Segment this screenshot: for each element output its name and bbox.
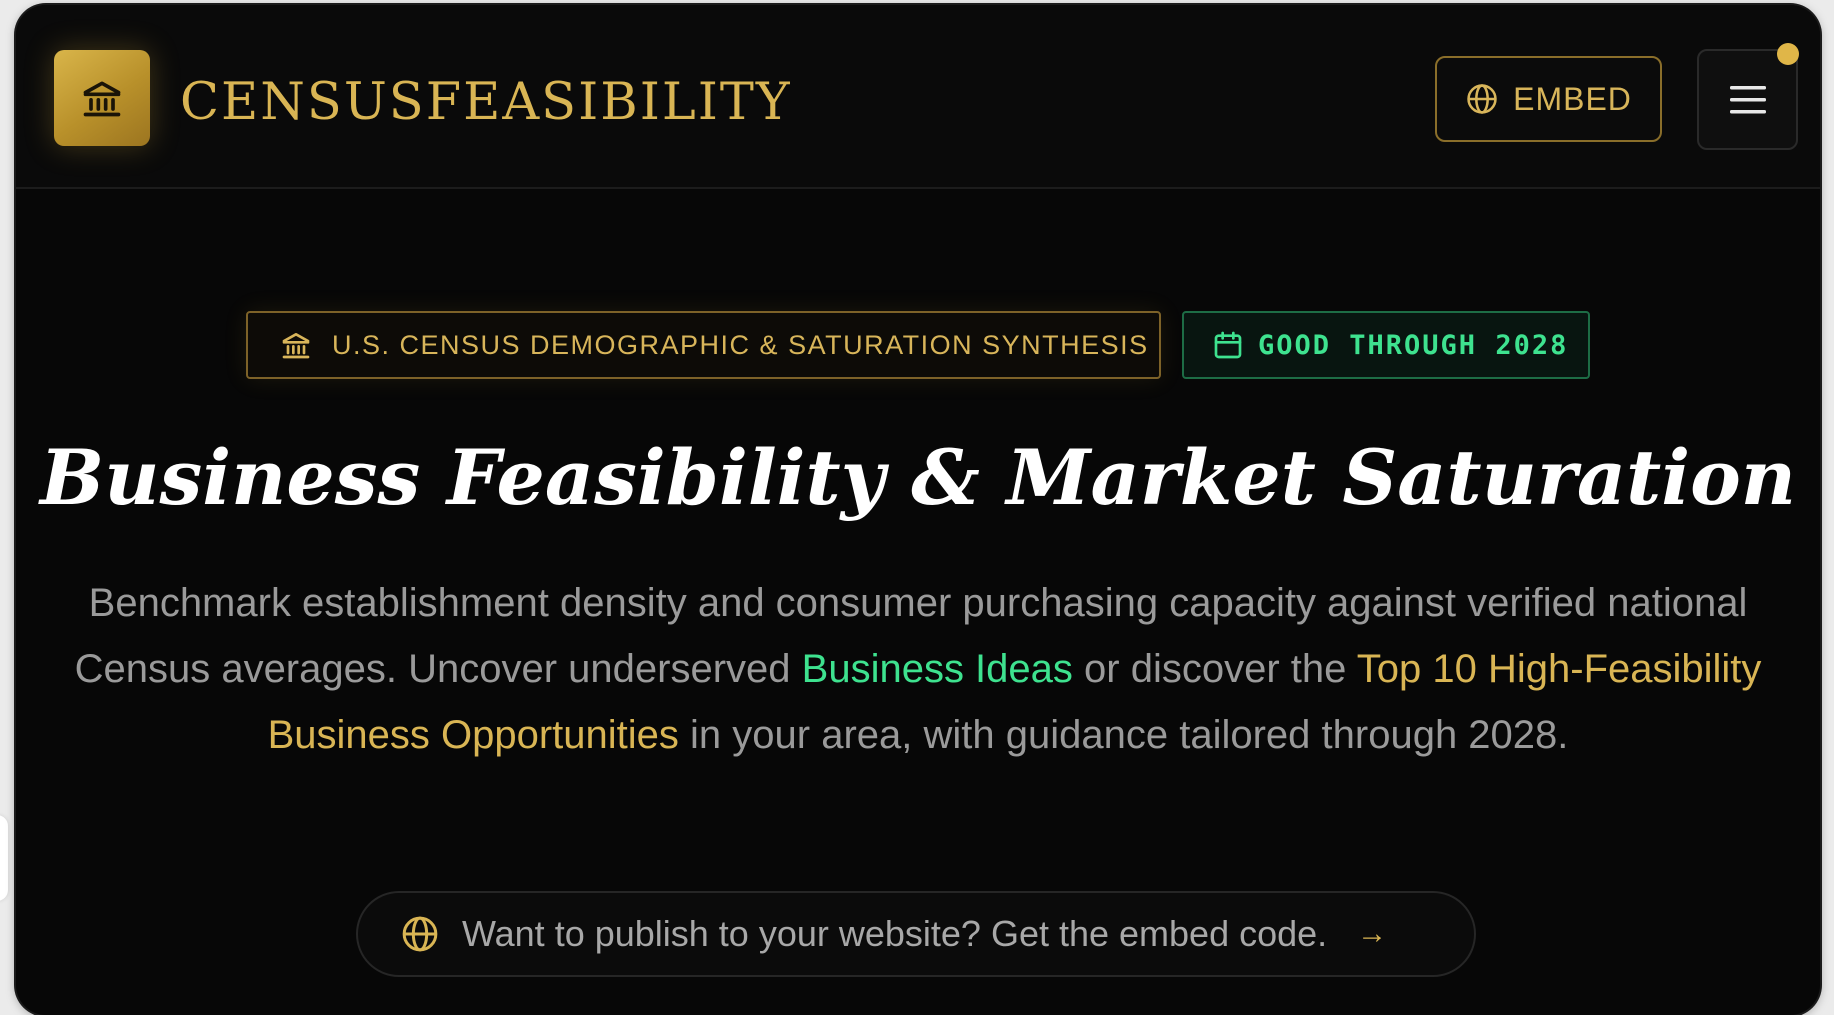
embed-button-label: EMBED [1513, 80, 1632, 117]
calendar-icon [1212, 329, 1244, 361]
arrow-right-icon: → [1357, 917, 1388, 950]
notification-dot [1777, 43, 1799, 65]
census-badge-label: U.S. CENSUS DEMOGRAPHIC & SATURATION SYN… [332, 329, 1149, 360]
menu-icon [1728, 83, 1768, 117]
embed-code-pill[interactable]: Want to publish to your website? Get the… [356, 891, 1476, 977]
good-through-badge: GOOD THROUGH 2028 [1182, 311, 1590, 379]
globe-icon [1465, 82, 1499, 116]
good-through-label: GOOD THROUGH 2028 [1258, 329, 1569, 361]
hero-description: Benchmark establishment density and cons… [71, 570, 1765, 768]
embed-button[interactable]: EMBED [1435, 56, 1662, 142]
bank-icon [280, 329, 312, 361]
app-window: CENSUSFEASIBILITY EMBED U.S. CENSUS DEMO… [16, 5, 1820, 1015]
bank-icon [80, 76, 124, 120]
embed-code-label: Want to publish to your website? Get the… [462, 913, 1328, 954]
page-title: Business Feasibility & Market Saturation [39, 433, 1797, 522]
brand-name[interactable]: CENSUSFEASIBILITY [180, 73, 792, 132]
description-text-2: or discover the [1072, 647, 1357, 691]
side-handle[interactable] [0, 815, 8, 901]
census-badge: U.S. CENSUS DEMOGRAPHIC & SATURATION SYN… [246, 311, 1161, 379]
description-text-3: in your area, with guidance tailored thr… [678, 713, 1569, 757]
site-header: CENSUSFEASIBILITY EMBED [16, 5, 1820, 189]
globe-icon [400, 914, 440, 954]
business-ideas-link[interactable]: Business Ideas [802, 647, 1073, 691]
logo[interactable] [54, 50, 150, 146]
